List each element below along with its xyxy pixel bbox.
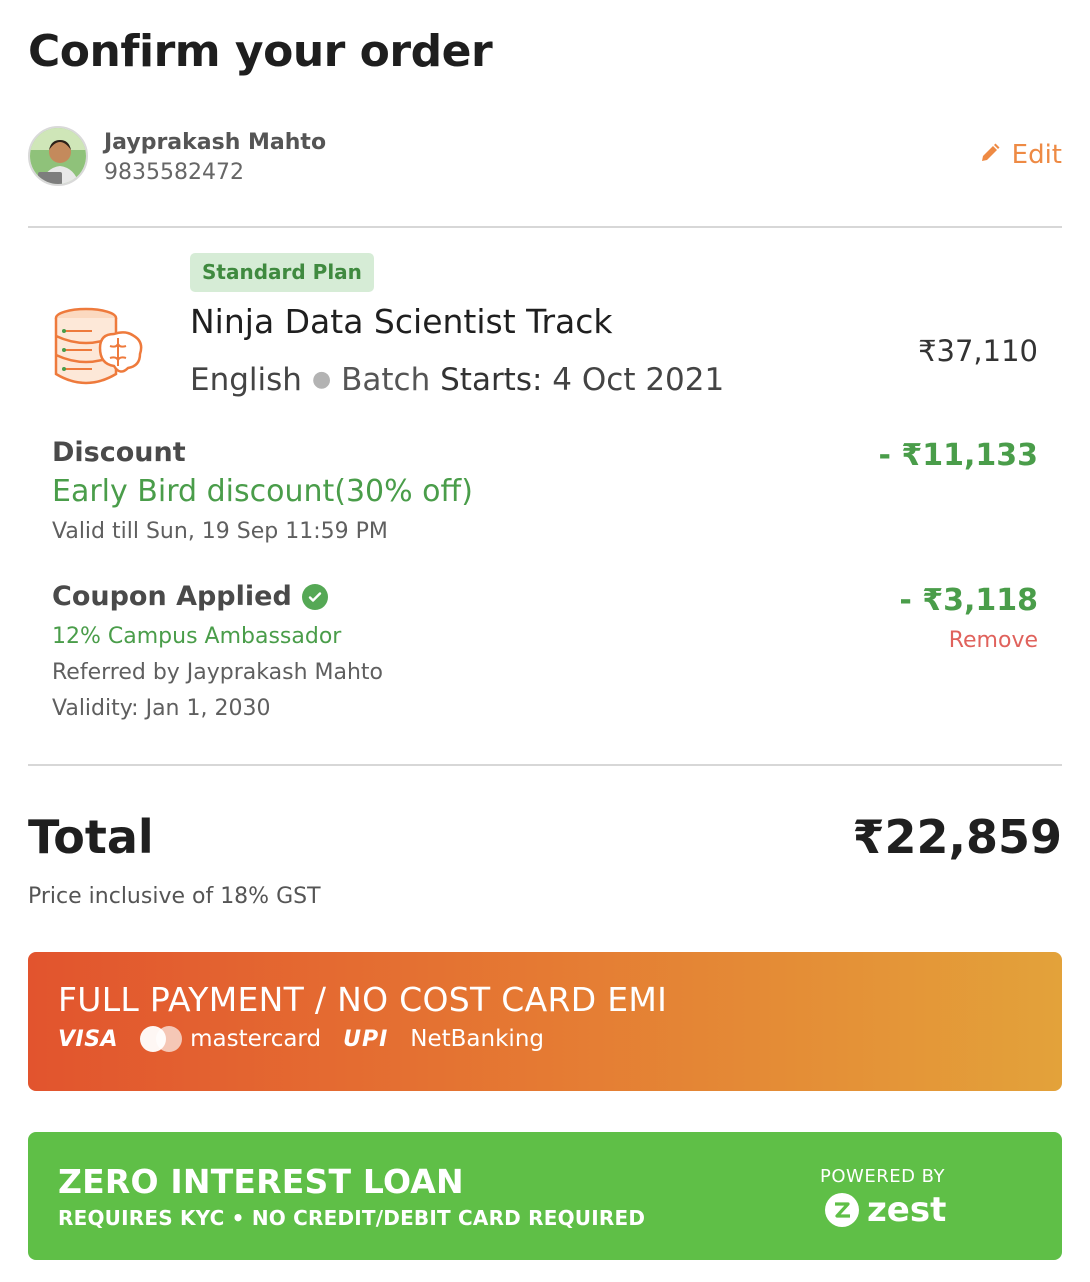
avatar [28,126,88,186]
edit-button[interactable]: Edit [980,140,1062,170]
remove-coupon-button[interactable]: Remove [949,628,1038,653]
payment-methods: VISA mastercard UPI NetBanking [58,1026,544,1052]
mastercard-icon [140,1026,183,1052]
user-phone: 9835582472 [104,160,244,185]
payment-title: FULL PAYMENT / NO COST CARD EMI [58,980,668,1019]
powered-by-label: POWERED BY [820,1166,946,1187]
total-label: Total [28,810,154,864]
batch-date: 4 Oct 2021 [542,362,725,398]
loan-title: ZERO INTEREST LOAN [58,1162,464,1201]
coupon-validity: Validity: Jan 1, 2030 [52,696,271,721]
database-brain-icon [52,306,144,390]
mastercard-logo: mastercard [140,1026,321,1052]
divider [28,226,1062,228]
edit-label: Edit [1011,140,1062,170]
user-name: Jayprakash Mahto [104,130,327,155]
discount-amount: - ₹11,133 [878,438,1038,473]
batch-label: Starts: [440,362,543,398]
zest-icon [825,1193,859,1227]
check-circle-icon [301,583,328,610]
pencil-icon [980,140,1000,170]
course-meta: English ● Batch Starts: 4 Oct 2021 [190,362,724,398]
plan-badge: Standard Plan [190,253,374,292]
user-row: Jayprakash Mahto 9835582472 Edit [28,124,1062,190]
discount-label: Discount [52,437,186,468]
full-payment-button[interactable]: FULL PAYMENT / NO COST CARD EMI VISA mas… [28,952,1062,1091]
page-title: Confirm your order [28,26,493,77]
coupon-name: 12% Campus Ambassador [52,624,342,649]
upi-logo: UPI [343,1026,389,1052]
mastercard-label: mastercard [190,1026,322,1052]
visa-logo: VISA [58,1026,119,1052]
gst-note: Price inclusive of 18% GST [28,884,321,909]
batch-prefix: Batch [341,362,441,398]
coupon-referred: Referred by Jayprakash Mahto [52,660,384,685]
total-amount: ₹22,859 [852,810,1062,864]
netbanking-label: NetBanking [410,1026,544,1052]
zero-interest-loan-button[interactable]: ZERO INTEREST LOAN REQUIRES KYC • NO CRE… [28,1132,1062,1260]
separator-dot: ● [311,367,332,392]
coupon-label: Coupon Applied [52,581,292,612]
coupon-amount: - ₹3,118 [899,583,1038,618]
course-title: Ninja Data Scientist Track [190,302,613,341]
discount-valid: Valid till Sun, 19 Sep 11:59 PM [52,519,388,544]
course-language: English [190,362,302,398]
divider [28,764,1062,766]
course-price: ₹37,110 [918,334,1038,368]
zest-logo: zest [825,1190,946,1230]
zest-brand: zest [867,1190,947,1230]
discount-name: Early Bird discount(30% off) [52,474,473,509]
loan-subtitle: REQUIRES KYC • NO CREDIT/DEBIT CARD REQU… [58,1206,646,1230]
coupon-label-row: Coupon Applied [52,581,328,612]
